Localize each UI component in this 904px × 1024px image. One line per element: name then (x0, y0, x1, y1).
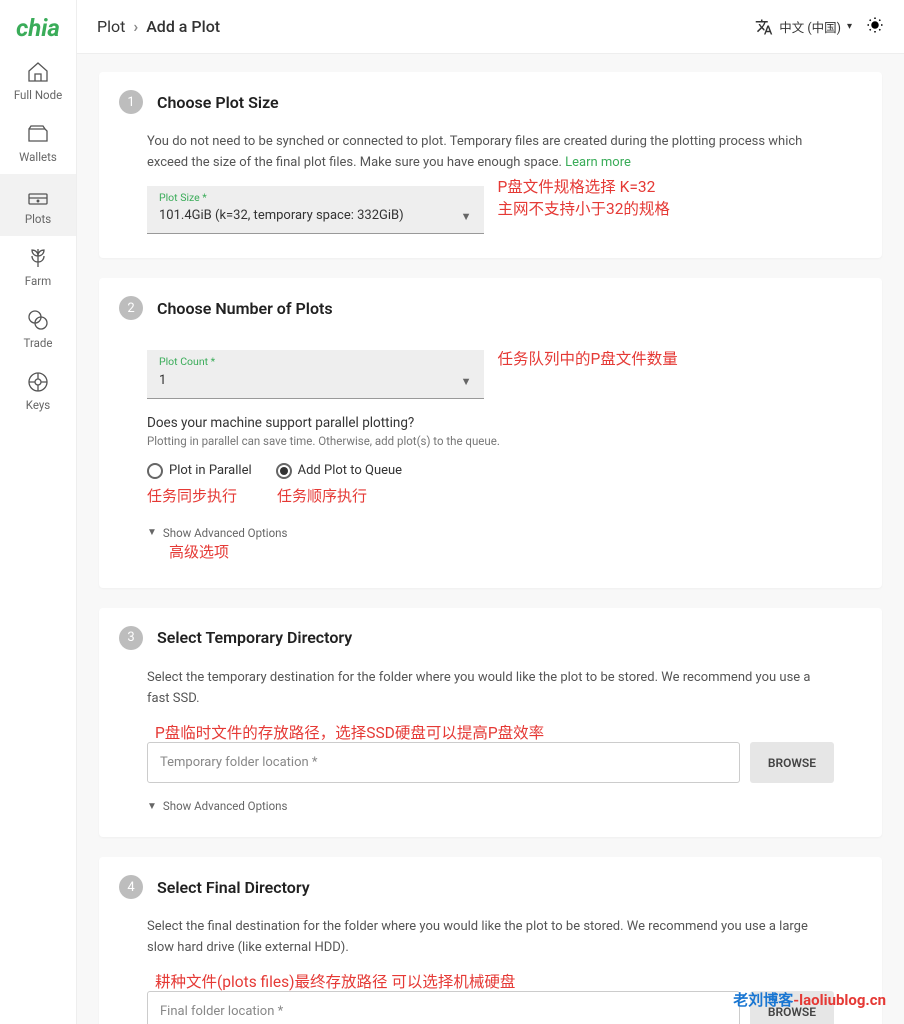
annotation: 耕种文件(plots files)最终存放路径 可以选择机械硬盘 (155, 971, 834, 993)
final-folder-input[interactable] (147, 991, 740, 1024)
sidebar: chia Full Node Wallets Plots Farm Trade … (0, 0, 77, 1024)
step-number: 2 (119, 296, 143, 320)
language-label: 中文 (中国) (779, 17, 841, 36)
radio-label: Add Plot to Queue (298, 461, 402, 482)
home-icon (26, 60, 50, 84)
chevron-down-icon: ▾ (847, 21, 852, 32)
annotation: 高级选项 (169, 540, 834, 564)
advanced-label: Show Advanced Options (163, 799, 288, 813)
annotation: 主网不支持小于32的规格 (498, 198, 835, 220)
logo: chia (16, 14, 60, 42)
keys-icon (26, 370, 50, 394)
advanced-toggle[interactable]: ▼ Show Advanced Options (147, 799, 834, 813)
radio-icon (147, 463, 163, 479)
translate-icon (755, 18, 773, 36)
card-description: Select the temporary destination for the… (147, 668, 834, 710)
temp-folder-input[interactable] (147, 742, 740, 783)
breadcrumb-root[interactable]: Plot (97, 17, 125, 36)
card-title: Choose Number of Plots (157, 299, 333, 318)
breadcrumb-current: Add a Plot (146, 17, 220, 36)
trade-icon (26, 308, 50, 332)
sidebar-item-label: Keys (26, 398, 50, 412)
chevron-down-icon: ▼ (461, 208, 472, 226)
sidebar-item-label: Full Node (14, 88, 62, 102)
plot-count-select[interactable]: Plot Count * 1 ▼ (147, 350, 484, 399)
annotation: P盘临时文件的存放路径，选择SSD硬盘可以提高P盘效率 (155, 722, 834, 744)
parallel-hint: Plotting in parallel can save time. Othe… (147, 432, 834, 450)
sidebar-item-label: Farm (25, 274, 51, 288)
card-title: Select Temporary Directory (157, 628, 352, 647)
sidebar-item-fullnode[interactable]: Full Node (0, 50, 76, 112)
sidebar-item-keys[interactable]: Keys (0, 360, 76, 422)
chevron-down-icon: ▼ (147, 525, 157, 541)
sidebar-item-label: Plots (25, 212, 51, 226)
main: Plot › Add a Plot 中文 (中国) ▾ 1 Choose Plo… (77, 0, 904, 1024)
brightness-icon (866, 16, 884, 34)
step-number: 1 (119, 90, 143, 114)
annotation: 任务同步执行 (147, 484, 237, 508)
card-title: Select Final Directory (157, 878, 310, 897)
radio-queue[interactable]: Add Plot to Queue (276, 461, 402, 482)
card-description: Select the final destination for the fol… (147, 917, 834, 959)
breadcrumb: Plot › Add a Plot (97, 17, 220, 36)
header: Plot › Add a Plot 中文 (中国) ▾ (77, 0, 904, 54)
step-number: 3 (119, 626, 143, 650)
plots-icon (26, 184, 50, 208)
chevron-down-icon: ▼ (147, 801, 157, 812)
sidebar-item-farm[interactable]: Farm (0, 236, 76, 298)
sidebar-item-label: Trade (24, 336, 53, 350)
wallet-icon (26, 122, 50, 146)
farm-icon (26, 246, 50, 270)
card-plot-count: 2 Choose Number of Plots Plot Count * 1 … (99, 278, 882, 588)
sidebar-item-plots[interactable]: Plots (0, 174, 76, 236)
content: 1 Choose Plot Size You do not need to be… (77, 54, 904, 1024)
card-description: You do not need to be synched or connect… (147, 134, 802, 170)
learn-more-link[interactable]: Learn more (565, 155, 631, 170)
parallel-question: Does your machine support parallel plott… (147, 413, 834, 435)
chevron-down-icon: ▼ (461, 373, 472, 391)
card-plot-size: 1 Choose Plot Size You do not need to be… (99, 72, 882, 258)
watermark: 老刘博客-laoliublog.cn (733, 989, 886, 1010)
annotation: P盘文件规格选择 K=32 (498, 176, 835, 198)
sidebar-item-wallets[interactable]: Wallets (0, 112, 76, 174)
plot-size-select[interactable]: Plot Size * 101.4GiB (k=32, temporary sp… (147, 186, 484, 235)
brightness-toggle[interactable] (866, 16, 884, 38)
sidebar-item-trade[interactable]: Trade (0, 298, 76, 360)
card-temp-dir: 3 Select Temporary Directory Select the … (99, 608, 882, 837)
language-selector[interactable]: 中文 (中国) ▾ (755, 17, 852, 36)
annotation: 任务顺序执行 (277, 484, 367, 508)
sidebar-item-label: Wallets (19, 150, 57, 164)
select-value: 1 (159, 371, 461, 392)
browse-button[interactable]: BROWSE (750, 742, 834, 783)
radio-icon (276, 463, 292, 479)
card-title: Choose Plot Size (157, 93, 279, 112)
select-value: 101.4GiB (k=32, temporary space: 332GiB) (159, 206, 461, 227)
radio-label: Plot in Parallel (169, 461, 252, 482)
select-label: Plot Count * (159, 354, 472, 371)
step-number: 4 (119, 875, 143, 899)
select-label: Plot Size * (159, 190, 472, 207)
chevron-right-icon: › (133, 17, 138, 36)
annotation: 任务队列中的P盘文件数量 (498, 348, 835, 370)
radio-parallel[interactable]: Plot in Parallel (147, 461, 252, 482)
